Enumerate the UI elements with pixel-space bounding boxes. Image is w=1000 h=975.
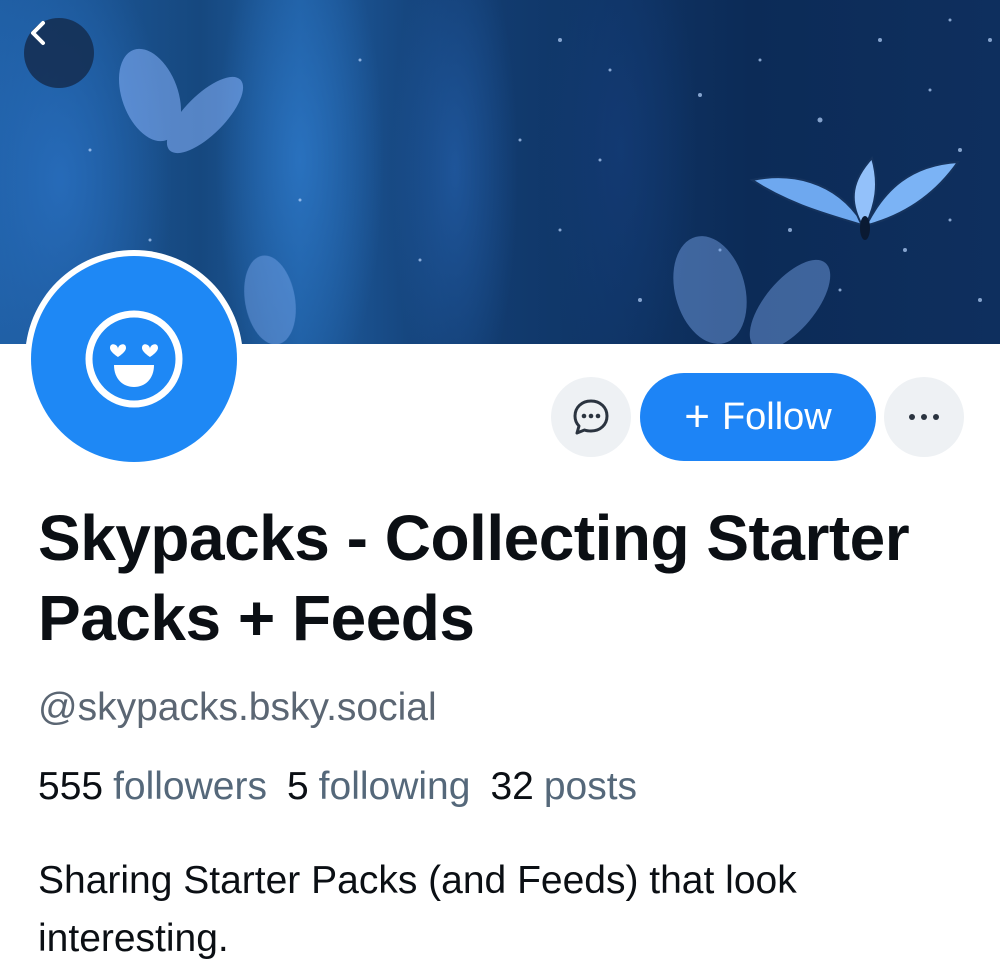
plus-icon: +	[684, 392, 710, 441]
profile-handle: @skypacks.bsky.social	[38, 686, 437, 729]
chevron-left-icon	[31, 21, 45, 45]
ellipsis-icon	[909, 414, 939, 420]
posts-stat: 32 posts	[490, 765, 657, 808]
following-count: 5	[286, 765, 309, 808]
follow-button[interactable]: + Follow	[640, 373, 876, 461]
back-button[interactable]	[24, 18, 94, 88]
following-label: following	[318, 765, 471, 808]
smiling-face-with-heart-eyes-icon	[85, 310, 183, 408]
posts-count: 32	[490, 765, 534, 808]
followers-count: 555	[38, 765, 104, 808]
chat-bubble-icon	[573, 399, 609, 435]
avatar-circle	[31, 256, 237, 462]
more-options-button[interactable]	[884, 377, 964, 457]
posts-label: posts	[543, 765, 638, 808]
message-button[interactable]	[551, 377, 631, 457]
following-stat[interactable]: 5 following	[287, 765, 490, 808]
profile-stats: 555 followers 5 following 32 posts	[38, 765, 657, 809]
avatar[interactable]	[25, 250, 243, 468]
follow-label: Follow	[721, 395, 832, 438]
display-name: Skypacks - Collecting Starter Packs + Fe…	[38, 502, 910, 654]
followers-stat[interactable]: 555 followers	[38, 765, 287, 808]
profile-bio: Sharing Starter Packs (and Feeds) that l…	[38, 859, 797, 960]
followers-label: followers	[113, 765, 267, 808]
